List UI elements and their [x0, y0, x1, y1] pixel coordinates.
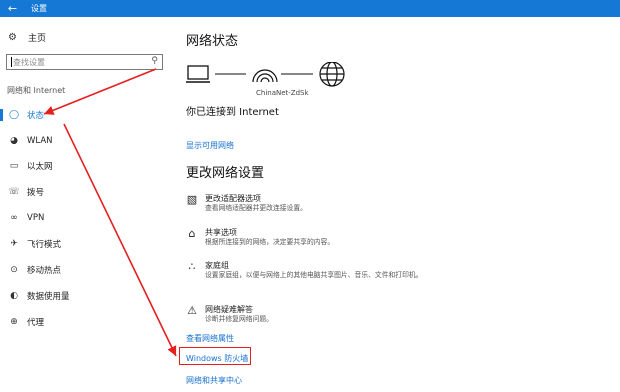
arrow-to-firewall: [63, 123, 177, 357]
arrow-to-status: [43, 68, 157, 115]
annotation-arrows: [43, 68, 177, 357]
